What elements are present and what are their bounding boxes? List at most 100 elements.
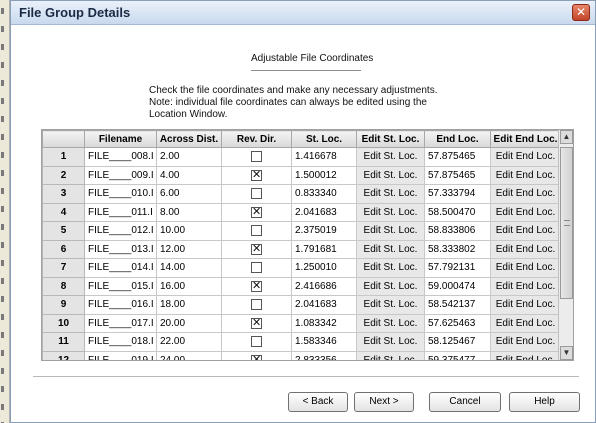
rev-dir-cell[interactable] [221, 184, 292, 204]
end-loc-cell[interactable]: 57.333794 [424, 184, 491, 204]
edit-st-loc-button[interactable]: Edit St. Loc. [356, 184, 425, 204]
end-loc-cell[interactable]: 59.375477 [424, 350, 491, 360]
rev-dir-cell[interactable] [221, 258, 292, 278]
rev-dir-cell[interactable] [221, 202, 292, 222]
across-dist-cell[interactable]: 10.00 [156, 221, 222, 241]
filename-cell[interactable]: FILE____012.I [84, 221, 157, 241]
edit-end-loc-button[interactable]: Edit End Loc. [490, 313, 561, 333]
end-loc-cell[interactable]: 57.625463 [424, 313, 491, 333]
edit-st-loc-button[interactable]: Edit St. Loc. [356, 276, 425, 296]
filename-cell[interactable]: FILE____008.I [84, 147, 157, 167]
rev-dir-checkbox[interactable] [251, 151, 262, 163]
across-dist-cell[interactable]: 6.00 [156, 184, 222, 204]
across-dist-cell[interactable]: 8.00 [156, 202, 222, 222]
across-dist-cell[interactable]: 20.00 [156, 313, 222, 333]
scroll-down-icon[interactable]: ▼ [560, 346, 573, 360]
edit-end-loc-button[interactable]: Edit End Loc. [490, 332, 561, 352]
table-row[interactable]: 11 FILE____018.I 22.00 1.583346 Edit St. Loc… [42, 332, 561, 352]
edit-st-loc-button[interactable]: Edit St. Loc. [356, 350, 425, 360]
table-row[interactable]: 5 FILE____012.I 10.00 2.375019 Edit St. Loc.… [42, 221, 561, 241]
rev-dir-checkbox[interactable] [251, 354, 262, 360]
edit-end-loc-button[interactable]: Edit End Loc. [490, 239, 561, 259]
table-row[interactable]: 6FILE____013.I12.00 1.791681Edit St. Loc.… [42, 239, 561, 259]
across-dist-cell[interactable]: 12.00 [156, 239, 222, 259]
filename-cell[interactable]: FILE____018.I [84, 332, 157, 352]
column-header-edit-st-loc[interactable]: Edit St. Loc. [356, 130, 425, 148]
scrollbar-thumb[interactable] [560, 147, 573, 299]
rev-dir-checkbox[interactable] [251, 280, 262, 292]
column-header-st-loc[interactable]: St. Loc. [291, 130, 357, 148]
rev-dir-cell[interactable] [221, 147, 292, 167]
st-loc-cell[interactable]: 1.083342 [291, 313, 357, 333]
close-button[interactable]: ✕ [572, 4, 590, 21]
st-loc-cell[interactable]: 2.833356 [291, 350, 357, 360]
filename-cell[interactable]: FILE____010.I [84, 184, 157, 204]
edit-st-loc-button[interactable]: Edit St. Loc. [356, 313, 425, 333]
edit-end-loc-button[interactable]: Edit End Loc. [490, 147, 561, 167]
table-row[interactable]: 10FILE____017.I20.00 1.083342Edit St. Loc… [42, 313, 561, 333]
end-loc-cell[interactable]: 58.125467 [424, 332, 491, 352]
table-row[interactable]: 7 FILE____014.I 14.00 1.250010 Edit St. Loc.… [42, 258, 561, 278]
edit-st-loc-button[interactable]: Edit St. Loc. [356, 202, 425, 222]
st-loc-cell[interactable]: 1.250010 [291, 258, 357, 278]
rev-dir-checkbox[interactable] [251, 169, 262, 181]
rev-dir-cell[interactable] [221, 165, 292, 185]
rev-dir-cell[interactable] [221, 276, 292, 296]
st-loc-cell[interactable]: 2.375019 [291, 221, 357, 241]
end-loc-cell[interactable]: 59.000474 [424, 276, 491, 296]
rev-dir-checkbox[interactable] [251, 299, 262, 311]
rev-dir-checkbox[interactable] [251, 225, 262, 237]
edit-st-loc-button[interactable]: Edit St. Loc. [356, 165, 425, 185]
filename-cell[interactable]: FILE____009.I [84, 165, 157, 185]
column-header-edit-end-loc[interactable]: Edit End Loc. [490, 130, 561, 148]
rev-dir-checkbox[interactable] [251, 243, 262, 255]
next-button[interactable]: Next > [354, 392, 414, 412]
cancel-button[interactable]: Cancel [429, 392, 501, 412]
edit-end-loc-button[interactable]: Edit End Loc. [490, 202, 561, 222]
filename-cell[interactable]: FILE____013.I [84, 239, 157, 259]
end-loc-cell[interactable]: 58.333802 [424, 239, 491, 259]
table-row[interactable]: 1 FILE____008.I 2.00 1.416678 Edit St. Loc. 5… [42, 147, 561, 167]
filename-cell[interactable]: FILE____019.I [84, 350, 157, 360]
filename-cell[interactable]: FILE____014.I [84, 258, 157, 278]
table-row[interactable]: 12FILE____019.I24.00 2.833356Edit St. Loc… [42, 350, 561, 360]
rev-dir-checkbox[interactable] [251, 206, 262, 218]
table-row[interactable]: 3 FILE____010.I 6.00 0.833340 Edit St. Loc. 5… [42, 184, 561, 204]
table-row[interactable]: 8FILE____015.I16.00 2.416686Edit St. Loc.… [42, 276, 561, 296]
rev-dir-cell[interactable] [221, 313, 292, 333]
end-loc-cell[interactable]: 58.833806 [424, 221, 491, 241]
edit-st-loc-button[interactable]: Edit St. Loc. [356, 295, 425, 315]
across-dist-cell[interactable]: 22.00 [156, 332, 222, 352]
edit-st-loc-button[interactable]: Edit St. Loc. [356, 239, 425, 259]
across-dist-cell[interactable]: 16.00 [156, 276, 222, 296]
scroll-up-icon[interactable]: ▲ [560, 130, 573, 144]
column-header-end-loc[interactable]: End Loc. [424, 130, 491, 148]
edit-end-loc-button[interactable]: Edit End Loc. [490, 184, 561, 204]
st-loc-cell[interactable]: 1.791681 [291, 239, 357, 259]
column-header-rev-dir[interactable]: Rev. Dir. [221, 130, 292, 148]
st-loc-cell[interactable]: 2.416686 [291, 276, 357, 296]
edit-end-loc-button[interactable]: Edit End Loc. [490, 350, 561, 360]
rev-dir-checkbox[interactable] [251, 336, 262, 348]
across-dist-cell[interactable]: 24.00 [156, 350, 222, 360]
rev-dir-checkbox[interactable] [251, 188, 262, 200]
edit-st-loc-button[interactable]: Edit St. Loc. [356, 332, 425, 352]
across-dist-cell[interactable]: 14.00 [156, 258, 222, 278]
end-loc-cell[interactable]: 58.500470 [424, 202, 491, 222]
filename-cell[interactable]: FILE____015.I [84, 276, 157, 296]
edit-st-loc-button[interactable]: Edit St. Loc. [356, 147, 425, 167]
vertical-scrollbar[interactable]: ▲ ▼ [558, 130, 573, 360]
column-header-filename[interactable]: Filename [84, 130, 157, 148]
back-button[interactable]: < Back [288, 392, 348, 412]
rev-dir-cell[interactable] [221, 221, 292, 241]
table-row[interactable]: 4FILE____011.I8.00 2.041683Edit St. Loc.5… [42, 202, 561, 222]
edit-st-loc-button[interactable]: Edit St. Loc. [356, 258, 425, 278]
filename-cell[interactable]: FILE____017.I [84, 313, 157, 333]
st-loc-cell[interactable]: 1.583346 [291, 332, 357, 352]
edit-st-loc-button[interactable]: Edit St. Loc. [356, 221, 425, 241]
help-button[interactable]: Help [509, 392, 580, 412]
end-loc-cell[interactable]: 57.875465 [424, 165, 491, 185]
edit-end-loc-button[interactable]: Edit End Loc. [490, 221, 561, 241]
edit-end-loc-button[interactable]: Edit End Loc. [490, 165, 561, 185]
rev-dir-checkbox[interactable] [251, 262, 262, 274]
